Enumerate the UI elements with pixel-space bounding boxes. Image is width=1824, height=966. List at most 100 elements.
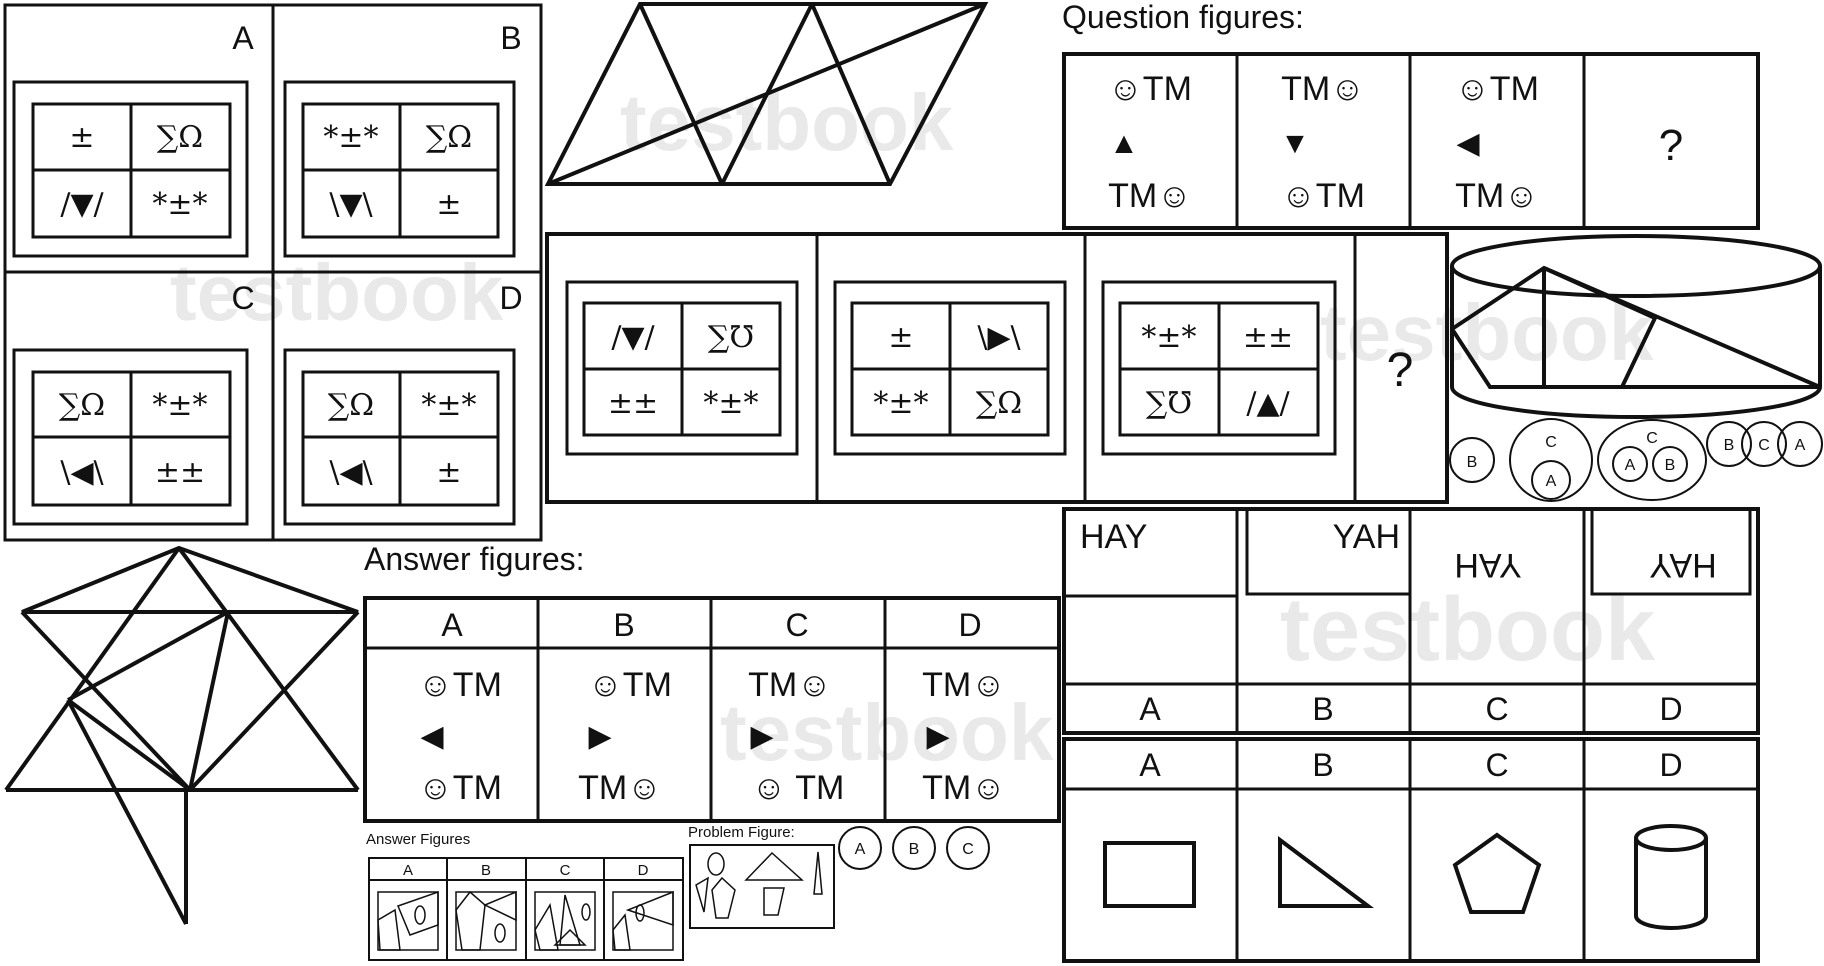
symbol-cell: *±*	[1141, 320, 1196, 355]
puzzle-collage: testbook testbook testbook testbook test…	[3, 0, 1823, 963]
figure-top: ☺TM	[1108, 70, 1192, 108]
arrow-icon: ▶	[926, 720, 949, 753]
symbol-cell: *±*	[152, 187, 207, 222]
venn-label: B	[1724, 437, 1735, 454]
option-label: A	[1139, 691, 1161, 727]
figure-bottom: ☺TM	[1281, 177, 1365, 215]
option-label: C	[1485, 691, 1508, 727]
venn-label: B	[1665, 457, 1676, 474]
option-label: D	[958, 607, 981, 643]
figure-bottom: ☺ TM	[752, 769, 845, 807]
answer-option-b[interactable]: B ☺TM ▶ TM☺	[578, 607, 672, 807]
rectangle-icon	[1103, 841, 1196, 908]
option-label: A	[232, 20, 254, 56]
series-figure-2: ± \▶\ *±* ∑Ω	[833, 280, 1067, 456]
symbol-cell: ∑Ω	[426, 120, 472, 155]
symbol-cell: *±*	[421, 388, 476, 423]
symbol-cell: /▼/	[60, 187, 104, 222]
option-label: B	[1312, 747, 1333, 783]
symbol-option-b[interactable]: B *±* ∑Ω \▼\ ±	[283, 20, 522, 258]
arrow-icon: ▶	[750, 720, 773, 753]
option-label: C	[1485, 747, 1508, 783]
option-label: D	[1659, 691, 1682, 727]
symbol-cell: ∑Ω	[157, 120, 203, 155]
symbol-cell: ±±	[155, 455, 205, 490]
pentagon-icon	[1452, 832, 1542, 914]
symbol-cell: ±	[436, 455, 461, 490]
symbol-cell: ∑Ω	[328, 388, 374, 423]
option-label: B	[500, 20, 521, 56]
mirror-option-d[interactable]: HAY D	[1649, 546, 1716, 727]
arrow-icon: ◀	[1456, 127, 1479, 160]
problem-frame	[689, 844, 835, 929]
mirror-text: HAY	[1649, 546, 1716, 584]
symbol-cell: /▼/	[611, 320, 655, 355]
shape-option-d[interactable]: D	[1634, 747, 1708, 930]
question-mark: ?	[1659, 121, 1683, 170]
option-label: D	[499, 280, 522, 316]
choice-label: B	[909, 841, 920, 858]
choice-label: C	[962, 841, 974, 858]
cylinder-icon	[1634, 824, 1708, 930]
smiley-question-figures: Question figures: ☺TM ▲ TM☺ TM☺ ▼ ☺TM ☺T…	[1062, 0, 1760, 230]
symbol-options-panel: A ± ∑Ω /▼/ *±* B *±* ∑Ω \▼\ ± C ∑Ω *±* \…	[3, 3, 543, 542]
venn-label: A	[1546, 473, 1557, 490]
mirror-text: HAY	[1080, 518, 1147, 556]
series-figure-1: /▼/ ∑℧ ±± *±*	[565, 280, 799, 456]
symbol-cell: /▲/	[1246, 386, 1290, 421]
symbol-cell: *±*	[323, 120, 378, 155]
option-label: A	[1139, 747, 1161, 783]
arrow-icon: ▲	[1109, 127, 1139, 160]
option-label: A	[403, 862, 413, 879]
symbol-cell: ±±	[608, 386, 658, 421]
symbol-cell: ±±	[1243, 320, 1293, 355]
choice-label: A	[855, 841, 866, 858]
venn-label: C	[1758, 437, 1770, 454]
option-label: B	[613, 607, 634, 643]
question-heading: Question figures:	[1062, 0, 1304, 35]
arrow-icon: ◀	[420, 720, 443, 753]
question-figure-2: TM☺ ▼ ☺TM	[1280, 70, 1365, 215]
symbol-cell: *±*	[873, 386, 928, 421]
symbol-cell: \▼\	[329, 187, 373, 222]
problem-heading: Problem Figure:	[688, 824, 795, 841]
venn-label: C	[1545, 434, 1557, 451]
shape-option-b[interactable]: B	[1278, 747, 1374, 908]
answer-heading: Answer figures:	[364, 541, 585, 577]
shape-option-c[interactable]: C	[1452, 747, 1542, 914]
symbol-cell: \▶\	[977, 320, 1021, 355]
symbol-cell: ±	[436, 187, 461, 222]
mirror-text: YAH	[1333, 518, 1400, 556]
option-label: C	[560, 862, 571, 879]
figure-bottom: TM☺	[1455, 177, 1539, 215]
option-label: A	[441, 607, 463, 643]
symbol-cell: \◀\	[329, 455, 373, 490]
symbol-cell: ∑℧	[1146, 386, 1192, 421]
shape-option-a[interactable]: A	[1103, 747, 1196, 908]
mirror-option-a[interactable]: HAY A	[1080, 518, 1161, 727]
question-figure-1: ☺TM ▲ TM☺	[1108, 70, 1192, 215]
option-label: D	[1659, 747, 1682, 783]
watermark-text: testbook	[170, 248, 504, 337]
small-answer-figures: Answer Figures A B C D	[366, 831, 684, 961]
question-figure-3: ☺TM ◀ TM☺	[1455, 70, 1539, 215]
figure-top: TM☺	[748, 666, 832, 704]
option-label: D	[638, 862, 649, 879]
symbol-cell: \◀\	[60, 455, 104, 490]
figure-top: ☺TM	[418, 666, 502, 704]
option-label: C	[785, 607, 808, 643]
symbol-cell: *±*	[703, 386, 758, 421]
mirror-text: HAY	[1454, 546, 1521, 584]
shape-options: A B C D	[1062, 737, 1760, 963]
figure-top: ☺TM	[1455, 70, 1539, 108]
symbol-option-a[interactable]: A ± ∑Ω /▼/ *±*	[12, 20, 254, 258]
answer-option-a[interactable]: A ☺TM ◀ ☺TM	[418, 607, 502, 807]
problem-sketches	[695, 851, 823, 919]
figure-bottom: TM☺	[578, 769, 662, 807]
figure-bottom: TM☺	[922, 769, 1006, 807]
triangle-icon	[1278, 836, 1374, 908]
arrow-icon: ▼	[1280, 127, 1310, 160]
symbol-cell: ∑Ω	[976, 386, 1022, 421]
star-triangle-figure	[4, 545, 360, 925]
arrow-icon: ▶	[588, 720, 611, 753]
